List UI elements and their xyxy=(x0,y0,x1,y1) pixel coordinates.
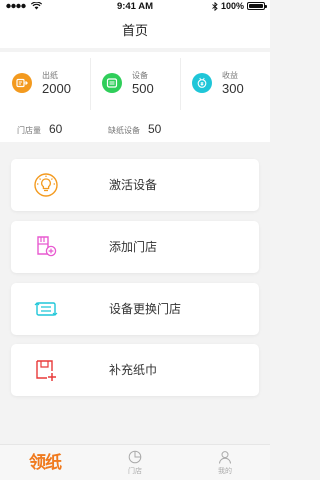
add-store-card[interactable]: 添加门店 xyxy=(11,221,259,273)
tab-stores[interactable]: 门店 xyxy=(90,445,180,480)
sub-stats-row: 门店量 60 缺纸设备 50 xyxy=(0,122,270,138)
short-paper-devices[interactable]: 缺纸设备 50 xyxy=(108,122,161,136)
tab-me[interactable]: 我的 xyxy=(180,445,270,480)
stat-label: 设备 xyxy=(132,70,148,80)
card-label: 设备更换门店 xyxy=(109,302,182,316)
short-paper-label: 缺纸设备 xyxy=(108,126,140,135)
card-label: 激活设备 xyxy=(109,178,158,192)
short-paper-value: 50 xyxy=(148,122,162,136)
status-right: 100% xyxy=(212,1,267,11)
bluetooth-icon xyxy=(212,1,218,11)
stats-row: 出纸 2000 设备 500 收益 300 xyxy=(0,58,270,110)
stat-label: 收益 xyxy=(222,70,238,80)
store-count[interactable]: 门店量 60 xyxy=(17,122,62,136)
refill-tissue-card[interactable]: 补充纸巾 xyxy=(11,344,259,396)
tab-home[interactable]: 领纸 xyxy=(0,445,90,480)
swap-device-icon xyxy=(34,302,58,316)
nav-bar: 首页 xyxy=(0,14,270,48)
income-icon xyxy=(192,73,212,93)
add-store-icon xyxy=(37,236,57,257)
status-bar: 9:41 AM 100% xyxy=(0,0,270,14)
brand-logo-icon: 领纸 xyxy=(29,452,62,472)
battery-icon xyxy=(247,2,267,10)
pie-chart-icon xyxy=(128,450,142,463)
stat-value: 2000 xyxy=(42,80,71,96)
page-title: 首页 xyxy=(121,23,148,38)
activate-device-card[interactable]: 激活设备 xyxy=(11,159,259,211)
tab-label: 我的 xyxy=(218,467,232,475)
stat-paper-out[interactable]: 出纸 2000 xyxy=(0,58,90,108)
battery-percent: 100% xyxy=(220,1,244,11)
stat-income[interactable]: 收益 300 xyxy=(180,58,270,110)
stats-panel: 出纸 2000 设备 500 收益 300 门店量 60 缺纸设备 50 xyxy=(0,52,270,142)
user-icon xyxy=(219,450,231,464)
store-count-label: 门店量 xyxy=(17,126,41,135)
card-label: 补充纸巾 xyxy=(109,363,158,377)
paper-out-icon xyxy=(12,73,32,93)
stat-value: 500 xyxy=(132,80,154,96)
swap-device-store-card[interactable]: 设备更换门店 xyxy=(11,283,259,335)
tab-bar: 领纸 门店 我的 xyxy=(0,444,270,480)
tab-label: 门店 xyxy=(128,467,142,475)
stat-devices[interactable]: 设备 500 xyxy=(90,58,180,110)
refill-tissue-icon xyxy=(36,360,56,381)
stat-value: 300 xyxy=(222,80,244,96)
screen: 9:41 AM 100% 首页 出纸 2000 设备 500 收益 300 门店… xyxy=(0,0,270,480)
store-count-value: 60 xyxy=(49,122,63,136)
card-label: 添加门店 xyxy=(109,240,158,254)
stat-label: 出纸 xyxy=(42,70,58,80)
device-icon xyxy=(102,73,122,93)
lightbulb-icon xyxy=(34,173,58,197)
